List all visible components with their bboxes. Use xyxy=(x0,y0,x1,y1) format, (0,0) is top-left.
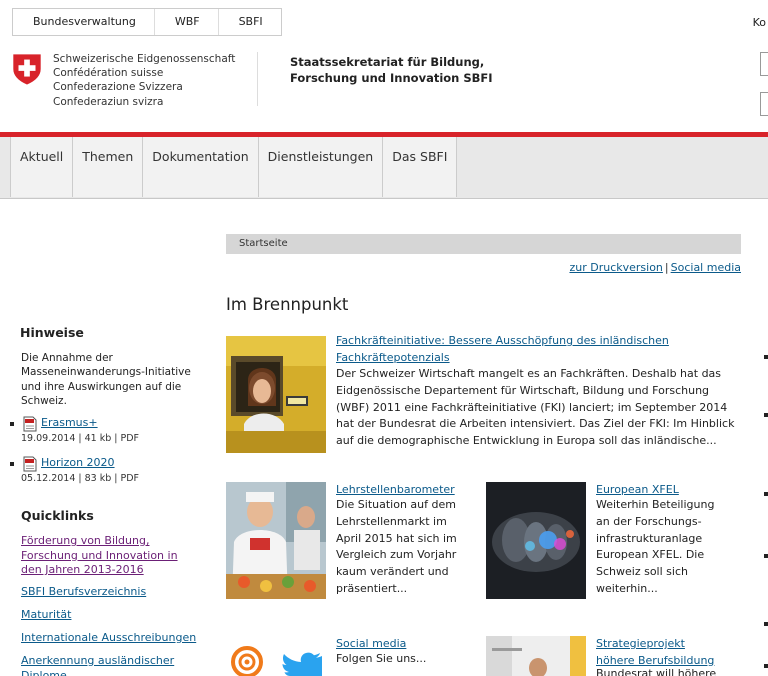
teaser-text-line: infrastrukturanlage xyxy=(596,531,703,545)
office-title: Staatssekretariat für Bildung, Forschung… xyxy=(290,54,493,86)
nav-item-das-sbfi[interactable]: Das SBFI xyxy=(383,137,458,197)
download-link-horizon[interactable]: Horizon 2020 xyxy=(41,456,115,469)
bullet xyxy=(764,664,768,668)
breadcrumb: Bundesverwaltung WBF SBFI xyxy=(12,8,282,36)
lehrstellen-photo xyxy=(226,482,326,599)
breadcrumb-item-sbfi[interactable]: SBFI xyxy=(217,9,281,35)
teaser-image-berufsbildung[interactable] xyxy=(486,636,586,676)
print-version-link[interactable]: zur Druckversion xyxy=(569,261,662,274)
office-title-line: Forschung und Innovation SBFI xyxy=(290,71,493,85)
page-breadcrumb-label[interactable]: Startseite xyxy=(239,238,288,249)
breadcrumb-item-bundesverwaltung[interactable]: Bundesverwaltung xyxy=(13,9,154,35)
teaser-text-line: Weiterhin Beteiligung xyxy=(596,498,715,511)
header-divider xyxy=(257,52,258,106)
hinweise-text: Die Annahme der Masseneinwanderungs-Init… xyxy=(21,352,191,408)
nav-item-aktuell[interactable]: Aktuell xyxy=(10,137,74,197)
download-meta: 19.09.2014 | 41 kb | PDF xyxy=(21,433,140,444)
teaser-title-line: Fachkräftepotenzials xyxy=(336,350,450,364)
teaser-text-line: präsentiert... xyxy=(336,581,408,595)
quicklink-foerderung[interactable]: Förderung von Bildung, Forschung und Inn… xyxy=(21,534,201,578)
search-box-edge[interactable] xyxy=(760,52,768,76)
teaser-text-berufsbildung: Bundesrat will höhere xyxy=(596,666,716,676)
hinweise-heading: Hinweise xyxy=(20,325,84,340)
teaser-title-line: Strategieprojekt xyxy=(596,637,685,650)
language-box-edge[interactable] xyxy=(760,92,768,116)
nav-item-themen[interactable]: Themen xyxy=(73,137,144,197)
teaser-text-line: Bundesrat will höhere xyxy=(596,667,717,676)
teaser-text-line: Folgen Sie uns... xyxy=(336,652,427,665)
teaser-text-line: Schweiz soll sich xyxy=(596,565,688,579)
teaser-text-line: Der Schweizer Wirtschaft mangelt es an F… xyxy=(336,367,722,380)
teaser-text-line: Vergleich zum Vorjahr xyxy=(336,548,457,562)
teaser-text-line: kaum verändert und xyxy=(336,565,449,579)
quicklink-berufsverzeichnis[interactable]: SBFI Berufsverzeichnis xyxy=(21,585,206,600)
confederation-fr: Confédération suisse xyxy=(53,67,164,80)
bullet xyxy=(10,422,14,426)
download-meta: 05.12.2014 | 83 kb | PDF xyxy=(21,473,140,484)
teaser-text-line: auf die demographische Entwicklung in Eu… xyxy=(336,434,717,448)
teaser-text-line: Die Situation auf dem xyxy=(336,498,456,511)
teaser-text-line: April 2015 hat sich im xyxy=(336,531,457,545)
quicklinks-heading: Quicklinks xyxy=(21,508,94,523)
teaser-text-xfel: Weiterhin Beteiligung an der Forschungs-… xyxy=(596,497,714,598)
teaser-text-line: weiterhin... xyxy=(596,581,658,595)
teaser-text-line: Eidgenössische Departement für Wirtschaf… xyxy=(336,383,710,397)
office-title-line: Staatssekretariat für Bildung, xyxy=(290,55,485,69)
breadcrumb-label: Bundesverwaltung xyxy=(33,15,136,28)
teaser-text-line: hat der Bundesrat die Arbeiten intensivi… xyxy=(336,417,735,431)
teaser-text-line: European XFEL. Die xyxy=(596,548,705,562)
top-right-link[interactable]: Ko xyxy=(753,16,766,29)
fachkraefte-photo xyxy=(226,336,326,453)
quicklink-maturitaet[interactable]: Maturität xyxy=(21,608,206,623)
pdf-icon xyxy=(23,456,37,472)
teaser-image-lehrstellen[interactable] xyxy=(226,482,326,599)
quicklink-ausschreibungen[interactable]: Internationale Ausschreibungen xyxy=(21,631,206,646)
bullet xyxy=(764,622,768,626)
main-navigation: Aktuell Themen Dokumentation Dienstleist… xyxy=(0,137,768,199)
social-media-link[interactable]: Social media xyxy=(671,261,741,274)
confederation-it: Confederazione Svizzera xyxy=(53,81,183,94)
page-title: Im Brennpunkt xyxy=(226,295,349,314)
teaser-text-social-media: Folgen Sie uns... xyxy=(336,651,426,668)
teaser-title-line: Fachkräfteinitiative: Bessere Ausschöpfu… xyxy=(336,334,669,347)
confederation-de: Schweizerische Eidgenossenschaft xyxy=(53,53,236,65)
breadcrumb-label: WBF xyxy=(174,15,200,28)
teaser-text-lehrstellen: Die Situation auf dem Lehrstellenmarkt i… xyxy=(336,497,457,598)
confederation-rm: Confederaziun svizra xyxy=(53,95,164,108)
confederation-names: Schweizerische Eidgenossenschaft Confédé… xyxy=(53,52,235,109)
teaser-image-fachkraefte[interactable] xyxy=(226,336,326,453)
twitter-icon[interactable] xyxy=(278,650,324,676)
bullet xyxy=(764,492,768,496)
teaser-text-line: an der Forschungs- xyxy=(596,514,702,528)
teaser-text-line: (WBF) 2011 eine Fachkräfteinitiative (FK… xyxy=(336,400,728,414)
berufsbildung-photo xyxy=(486,636,586,676)
bullet xyxy=(764,413,768,417)
rss-feed-icon[interactable] xyxy=(230,645,264,676)
bullet xyxy=(764,355,768,359)
teaser-text-line: Lehrstellenmarkt im xyxy=(336,514,447,528)
bullet xyxy=(764,554,768,558)
nav-item-dienstleistungen[interactable]: Dienstleistungen xyxy=(259,137,384,197)
teaser-title-fachkraefte[interactable]: Fachkräfteinitiative: Bessere Ausschöpfu… xyxy=(336,333,669,366)
page-breadcrumb: Startseite xyxy=(226,234,741,254)
utility-links: zur Druckversion | Social media xyxy=(569,261,741,274)
teaser-text-fachkraefte: Der Schweizer Wirtschaft mangelt es an F… xyxy=(336,366,734,450)
pdf-icon xyxy=(23,416,37,432)
bullet xyxy=(10,462,14,466)
nav-item-dokumentation[interactable]: Dokumentation xyxy=(143,137,259,197)
separator: | xyxy=(664,261,669,274)
teaser-image-xfel[interactable] xyxy=(486,482,586,599)
breadcrumb-label: SBFI xyxy=(238,15,263,28)
download-link-erasmus[interactable]: Erasmus+ xyxy=(41,416,98,429)
swiss-coat-of-arms-icon[interactable] xyxy=(10,52,44,86)
xfel-photo xyxy=(486,482,586,599)
teaser-title-berufsbildung[interactable]: Strategieprojekt höhere Berufsbildung xyxy=(596,636,714,669)
breadcrumb-item-wbf[interactable]: WBF xyxy=(153,9,218,35)
quicklink-anerkennung[interactable]: Anerkennung ausländischer Diplome xyxy=(21,654,181,676)
